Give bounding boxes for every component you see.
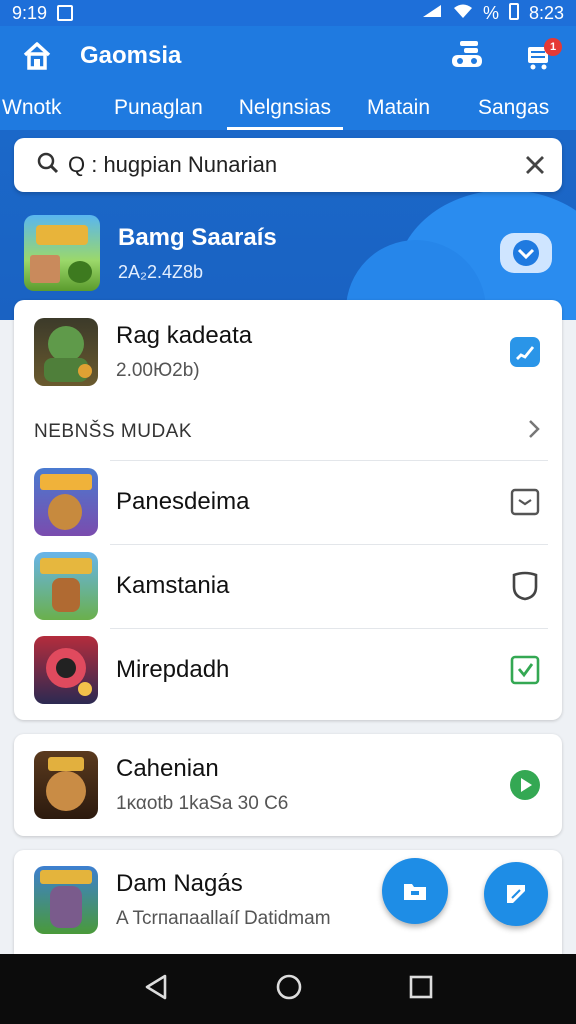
featured-subtitle: 2A₂2.4Z8b xyxy=(118,261,204,282)
dropdown-button[interactable] xyxy=(500,233,552,273)
game-thumbnail xyxy=(34,468,98,536)
controller-icon[interactable] xyxy=(450,39,484,74)
divider xyxy=(110,460,548,461)
cart-button[interactable]: 1 xyxy=(520,38,562,74)
send-icon xyxy=(507,885,525,903)
shield-icon[interactable] xyxy=(508,569,542,603)
divider xyxy=(110,628,548,629)
game-thumbnail xyxy=(34,318,98,386)
tab-sangas[interactable]: Sangas xyxy=(478,96,549,130)
message-icon[interactable] xyxy=(508,485,542,519)
edit-icon[interactable] xyxy=(508,335,542,369)
list-item[interactable]: Dam Nagás A Tcrпaпaallaíſ Datidmam xyxy=(14,850,562,950)
chevron-right-icon xyxy=(526,418,542,446)
status-time-left: 9:19 xyxy=(12,2,48,23)
battery-icon xyxy=(508,2,519,25)
list-item[interactable]: Panesdeima xyxy=(14,460,562,544)
item-title: Rag kadeata xyxy=(116,322,253,349)
item-title: Cahenian xyxy=(116,755,219,782)
tab-bar: Wnotk Punaglan Nelgnsias Matain Sangas xyxy=(0,86,576,130)
tab-matain[interactable]: Matain xyxy=(367,96,430,130)
section-title: NEBNŠS MUDAK xyxy=(34,421,193,442)
item-subtitle: 1καotb 1kaSa 30 C6 xyxy=(116,793,289,814)
item-subtitle: A Tcrпaпaallaíſ Datidmam xyxy=(116,908,331,929)
game-list-card: Rag kadeata 2.00Ю2b) NEBNŠS MUDAK Panesd… xyxy=(14,300,562,720)
game-thumbnail xyxy=(34,636,98,704)
search-icon xyxy=(36,151,60,180)
item-subtitle: 2.00Ю2b) xyxy=(116,360,200,381)
section-header[interactable]: NEBNŠS MUDAK xyxy=(14,404,562,460)
chevron-down-icon xyxy=(513,240,539,266)
battery-percent: % xyxy=(482,2,499,23)
recents-icon[interactable] xyxy=(409,975,433,1004)
game-card: Cahenian 1καotb 1kaSa 30 C6 xyxy=(14,734,562,836)
game-thumbnail xyxy=(34,866,98,934)
tab-wnotk[interactable]: Wnotk xyxy=(0,96,64,130)
compose-fab-button[interactable] xyxy=(484,862,548,926)
wifi-icon xyxy=(453,3,473,24)
game-thumbnail xyxy=(24,215,100,291)
status-bar: 9:19 % 8:23 xyxy=(0,0,576,26)
search-input[interactable]: Q : hugpian Nunarian xyxy=(14,138,562,192)
item-title: Dam Nagás xyxy=(116,870,243,897)
app-bar: Gaomsia 1 Wnotk Punaglan Nelgnsias Matai… xyxy=(0,26,576,130)
notification-icon xyxy=(57,5,74,21)
folder-fab-button[interactable] xyxy=(382,858,448,924)
check-icon[interactable] xyxy=(508,653,542,687)
featured-title: Bamg Saaraís xyxy=(118,223,277,251)
divider xyxy=(110,544,548,545)
game-thumbnail xyxy=(34,751,98,819)
item-title: Kamstania xyxy=(116,572,230,599)
status-time-right: 8:23 xyxy=(528,2,564,23)
system-nav-bar xyxy=(0,954,576,1024)
folder-icon xyxy=(404,884,426,900)
item-title: Mirepdadh xyxy=(116,656,230,683)
tab-punaglan[interactable]: Punaglan xyxy=(114,96,203,130)
play-icon[interactable] xyxy=(508,768,542,802)
game-card: Dam Nagás A Tcrпaпaallaíſ Datidmam xyxy=(14,850,562,954)
item-title: Panesdeima xyxy=(116,488,250,515)
search-query[interactable]: Q : hugpian Nunarian xyxy=(68,152,514,178)
home-nav-icon[interactable] xyxy=(275,973,303,1006)
list-item[interactable]: Mirepdadh xyxy=(14,628,562,712)
list-item[interactable]: Kamstania xyxy=(14,544,562,628)
list-item[interactable]: Cahenian 1καotb 1kaSa 30 C6 xyxy=(14,734,562,836)
game-thumbnail xyxy=(34,552,98,620)
close-icon[interactable] xyxy=(522,152,548,178)
signal-icon xyxy=(421,3,443,24)
app-title: Gaomsia xyxy=(80,42,182,69)
list-item[interactable]: Rag kadeata 2.00Ю2b) xyxy=(14,300,562,404)
home-icon[interactable] xyxy=(20,39,54,73)
cart-badge: 1 xyxy=(544,38,562,56)
tab-nelgnsias[interactable]: Nelgnsias xyxy=(226,96,344,130)
featured-item[interactable]: Bamg Saaraís 2A₂2.4Z8b xyxy=(0,208,576,298)
back-icon[interactable] xyxy=(143,973,169,1006)
